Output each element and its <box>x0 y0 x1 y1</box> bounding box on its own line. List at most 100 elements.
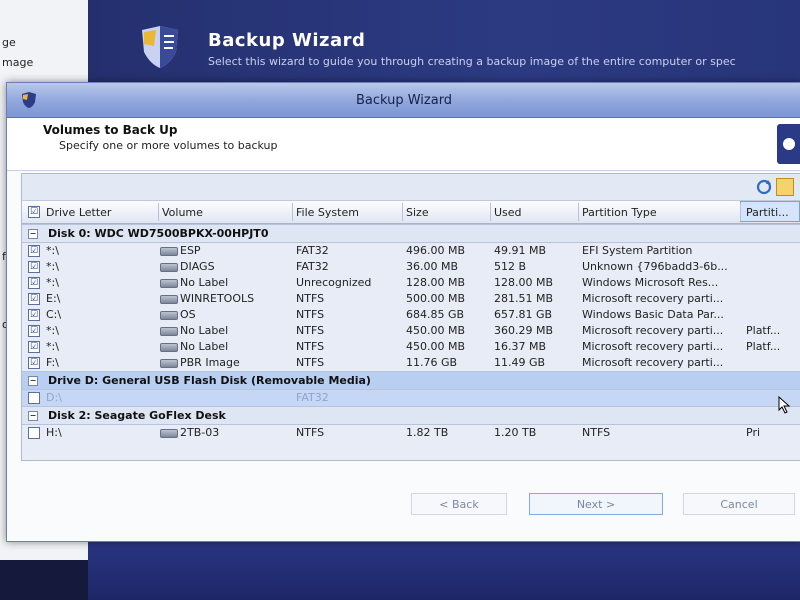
file-system-cell: FAT32 <box>296 244 329 257</box>
volume-checkbox[interactable]: ☑ <box>28 341 40 353</box>
cancel-button[interactable]: Cancel <box>683 493 795 515</box>
hard-drive-icon <box>160 359 178 368</box>
volume-checkbox[interactable]: ☑ <box>28 309 40 321</box>
volume-row[interactable]: D:\ FAT32 <box>22 390 800 406</box>
used-cell: 1.20 TB <box>494 426 537 439</box>
column-separator[interactable] <box>490 203 491 221</box>
disk-group-header[interactable]: − Disk 0: WDC WD7500BPKX-00HPJT0 <box>22 224 800 243</box>
column-file-system[interactable]: File System <box>296 206 359 222</box>
volumes-panel: ☑ Drive Letter Volume File System Size U… <box>21 173 800 461</box>
volume-toolbar <box>22 174 800 201</box>
hard-drive-icon <box>160 327 178 336</box>
banner-subtitle: Select this wizard to guide you through … <box>208 55 736 68</box>
volume-table-header: ☑ Drive Letter Volume File System Size U… <box>22 201 800 224</box>
volume-name-cell: No Label <box>180 340 229 353</box>
hard-drive-icon <box>160 295 178 304</box>
size-cell: 496.00 MB <box>406 244 466 257</box>
volume-row[interactable]: ☑ *:\ ESP FAT32 496.00 MB 49.91 MB EFI System … <box>22 243 800 259</box>
used-cell: 512 B <box>494 260 527 273</box>
drive-letter-cell: *:\ <box>46 324 59 337</box>
used-cell: 360.29 MB <box>494 324 554 337</box>
file-system-cell: FAT32 <box>296 260 329 273</box>
column-separator[interactable] <box>292 203 293 221</box>
hard-drive-icon <box>160 429 178 438</box>
volume-checkbox[interactable] <box>28 392 40 404</box>
size-cell: 684.85 GB <box>406 308 465 321</box>
disk-group-header[interactable]: − Disk 2: Seagate GoFlex Desk <box>22 406 800 425</box>
used-cell: 281.51 MB <box>494 292 554 305</box>
partition-type-cell: Microsoft recovery parti... <box>582 340 724 353</box>
collapse-toggle-icon[interactable]: − <box>28 376 38 386</box>
size-cell: 500.00 MB <box>406 292 466 305</box>
shield-logo-icon <box>142 26 178 68</box>
drive-letter-cell: *:\ <box>46 276 59 289</box>
volume-row[interactable]: ☑ E:\ WINRETOOLS NTFS 500.00 MB 281.51 MB Micr… <box>22 291 800 307</box>
volume-name-cell: WINRETOOLS <box>180 292 255 305</box>
drive-letter-cell: C:\ <box>46 308 62 321</box>
partition-type-cell: Microsoft recovery parti... <box>582 324 724 337</box>
hard-drive-icon <box>160 311 178 320</box>
column-separator[interactable] <box>578 203 579 221</box>
size-cell: 450.00 MB <box>406 324 466 337</box>
dialog-title: Backup Wizard <box>355 93 453 108</box>
volume-checkbox[interactable]: ☑ <box>28 293 40 305</box>
volume-row[interactable]: ☑ *:\ No Label Unrecognized 128.00 MB 128.00 … <box>22 275 800 291</box>
partition-type-cell: Unknown {796badd3-6b... <box>582 260 728 273</box>
dialog-titlebar[interactable]: Backup Wizard <box>7 83 800 118</box>
used-cell: 16.37 MB <box>494 340 547 353</box>
column-partition-type[interactable]: Partition Type <box>582 206 657 222</box>
volume-row[interactable]: ☑ *:\ DIAGS FAT32 36.00 MB 512 B Unknown {796b… <box>22 259 800 275</box>
volume-checkbox[interactable]: ☑ <box>28 245 40 257</box>
size-cell: 36.00 MB <box>406 260 459 273</box>
column-separator[interactable] <box>402 203 403 221</box>
next-button[interactable]: Next > <box>529 493 663 515</box>
page-description: Specify one or more volumes to backup <box>59 139 278 152</box>
select-all-checkbox[interactable]: ☑ <box>28 206 40 218</box>
volume-name-cell: PBR Image <box>180 356 240 369</box>
collapse-toggle-icon[interactable]: − <box>28 229 38 239</box>
refresh-icon[interactable] <box>756 179 772 195</box>
column-volume[interactable]: Volume <box>162 206 203 222</box>
column-separator[interactable] <box>740 203 741 221</box>
volume-checkbox[interactable]: ☑ <box>28 277 40 289</box>
wizard-buttons: < Back Next > Cancel <box>7 483 800 519</box>
volume-checkbox[interactable]: ☑ <box>28 357 40 369</box>
size-cell: 11.76 GB <box>406 356 458 369</box>
disk-label: Drive D: General USB Flash Disk (Removab… <box>48 374 371 387</box>
wizard-logo-icon <box>777 124 800 164</box>
file-system-cell: Unrecognized <box>296 276 372 289</box>
disk-group-header[interactable]: − Drive D: General USB Flash Disk (Remov… <box>22 371 800 390</box>
column-used[interactable]: Used <box>494 206 522 222</box>
drive-letter-cell: *:\ <box>46 340 59 353</box>
file-system-cell: FAT32 <box>296 391 329 404</box>
size-cell: 1.82 TB <box>406 426 449 439</box>
volume-checkbox[interactable]: ☑ <box>28 325 40 337</box>
drive-letter-cell: *:\ <box>46 260 59 273</box>
column-partition-extra[interactable]: Partiti... <box>746 206 789 222</box>
file-system-cell: NTFS <box>296 340 325 353</box>
back-button[interactable]: < Back <box>411 493 507 515</box>
used-cell: 657.81 GB <box>494 308 553 321</box>
volume-row[interactable]: ☑ *:\ No Label NTFS 450.00 MB 16.37 MB Microso… <box>22 339 800 355</box>
banner-title: Backup Wizard <box>208 30 366 51</box>
partition-type-cell: Microsoft recovery parti... <box>582 356 724 369</box>
drive-letter-cell: E:\ <box>46 292 61 305</box>
hard-drive-icon <box>160 343 178 352</box>
column-separator[interactable] <box>158 203 159 221</box>
partition-extra-cell: Pri <box>746 426 761 439</box>
volume-row[interactable]: H:\ 2TB-03 NTFS 1.82 TB 1.20 TB NTFS Pri <box>22 425 800 441</box>
drive-letter-cell: *:\ <box>46 244 59 257</box>
volume-row[interactable]: ☑ *:\ No Label NTFS 450.00 MB 360.29 MB Micros… <box>22 323 800 339</box>
column-size[interactable]: Size <box>406 206 429 222</box>
column-drive-letter[interactable]: Drive Letter <box>46 206 111 222</box>
volume-checkbox[interactable] <box>28 427 40 439</box>
backup-wizard-dialog: Backup Wizard Volumes to Back Up Specify… <box>6 82 800 542</box>
volume-row[interactable]: ☑ C:\ OS NTFS 684.85 GB 657.81 GB Windows Basi… <box>22 307 800 323</box>
partition-type-cell: Microsoft recovery parti... <box>582 292 724 305</box>
hard-drive-icon <box>160 263 178 272</box>
volume-row[interactable]: ☑ F:\ PBR Image NTFS 11.76 GB 11.49 GB Microso… <box>22 355 800 371</box>
column-chooser-icon[interactable] <box>776 178 794 196</box>
drive-letter-cell: H:\ <box>46 426 62 439</box>
volume-checkbox[interactable]: ☑ <box>28 261 40 273</box>
collapse-toggle-icon[interactable]: − <box>28 411 38 421</box>
